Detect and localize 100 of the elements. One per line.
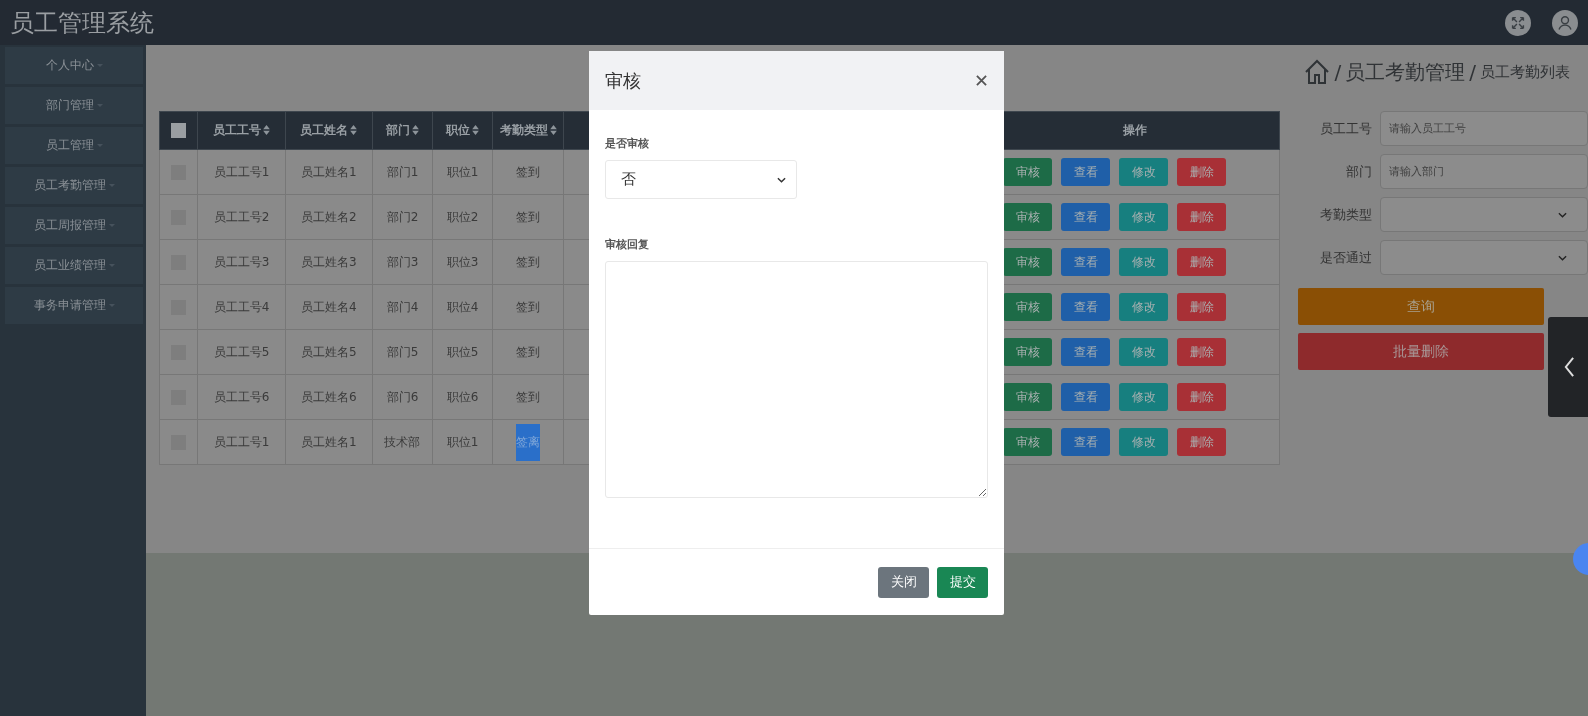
column-header[interactable]: 考勤类型 bbox=[492, 111, 564, 150]
user-icon[interactable] bbox=[1552, 9, 1578, 36]
sidebar-item[interactable]: 个人中心 bbox=[5, 47, 143, 84]
table-cell: 员工工号4 bbox=[213, 299, 270, 314]
table-cell: 员工姓名1 bbox=[301, 434, 357, 449]
table-cell: 员工工号1 bbox=[213, 164, 270, 179]
table-cell: 签到 bbox=[516, 209, 540, 224]
action-button[interactable]: 删除 bbox=[1177, 338, 1227, 366]
action-button[interactable]: 审核 bbox=[1003, 383, 1053, 411]
chevron-icon bbox=[777, 176, 786, 183]
selected-text: 签离 bbox=[516, 423, 540, 461]
field-label: 考勤类型 bbox=[1319, 205, 1372, 224]
table-cell: 部门4 bbox=[386, 299, 419, 314]
select-field[interactable]: 否 bbox=[605, 160, 797, 199]
sidebar-item[interactable]: 事务申请管理 bbox=[5, 287, 143, 324]
table-cell: 签到 bbox=[516, 299, 540, 314]
action-button[interactable]: 查看 bbox=[1061, 248, 1111, 276]
action-button[interactable]: 查看 bbox=[1061, 383, 1111, 411]
column-header[interactable]: 部门 bbox=[372, 111, 433, 150]
search-field[interactable]: 请输入部门 bbox=[1380, 154, 1588, 189]
action-button[interactable]: 修改 bbox=[1119, 428, 1169, 456]
table-cell: 职位1 bbox=[446, 434, 479, 449]
search-button[interactable]: 查询 bbox=[1298, 288, 1544, 325]
field-label: 是否审核 bbox=[605, 136, 650, 151]
table-cell: 员工工号3 bbox=[213, 254, 270, 269]
action-button[interactable]: 查看 bbox=[1061, 203, 1111, 231]
table-cell: 员工工号6 bbox=[213, 389, 270, 404]
action-button[interactable]: 查看 bbox=[1061, 158, 1111, 186]
action-button[interactable]: 修改 bbox=[1119, 158, 1169, 186]
search-field[interactable]: 请输入员工工号 bbox=[1380, 111, 1588, 146]
table-cell: 员工工号2 bbox=[213, 209, 270, 224]
submit-button[interactable]: 提交 bbox=[937, 566, 988, 598]
action-button[interactable]: 查看 bbox=[1061, 428, 1111, 456]
action-button[interactable]: 删除 bbox=[1177, 428, 1227, 456]
action-button[interactable]: 审核 bbox=[1003, 428, 1053, 456]
action-button[interactable]: 查看 bbox=[1061, 338, 1111, 366]
action-button[interactable]: 修改 bbox=[1119, 338, 1169, 366]
chevron-left-icon bbox=[1563, 357, 1575, 377]
batch-delete-button[interactable]: 批量删除 bbox=[1298, 333, 1544, 370]
close-button[interactable]: 关闭 bbox=[878, 566, 929, 598]
side-drawer-tab[interactable] bbox=[1548, 317, 1588, 417]
table-cell: 部门5 bbox=[386, 344, 419, 359]
action-button[interactable]: 审核 bbox=[1003, 293, 1053, 321]
table-cell: 员工姓名5 bbox=[301, 344, 357, 359]
breadcrumb-item: 员工考勤列表 bbox=[1480, 62, 1570, 82]
action-button[interactable]: 查看 bbox=[1061, 293, 1111, 321]
select-field[interactable] bbox=[1380, 240, 1588, 275]
sidebar-item[interactable]: 员工业绩管理 bbox=[5, 247, 143, 284]
action-button[interactable]: 审核 bbox=[1003, 338, 1053, 366]
field-label: 是否通过 bbox=[1319, 248, 1372, 267]
app-title: 员工管理系统 bbox=[10, 7, 154, 39]
table-cell: 部门1 bbox=[386, 164, 419, 179]
action-button[interactable]: 删除 bbox=[1177, 158, 1227, 186]
fullscreen-icon[interactable] bbox=[1505, 9, 1531, 36]
table-cell: 职位1 bbox=[446, 164, 479, 179]
table-cell: 技术部 bbox=[384, 434, 421, 449]
sidebar-item[interactable]: 员工周报管理 bbox=[5, 207, 143, 244]
column-header[interactable]: 员工姓名 bbox=[285, 111, 373, 150]
table-cell: 员工工号5 bbox=[213, 344, 270, 359]
table-cell: 部门2 bbox=[386, 209, 419, 224]
table-cell: 员工姓名6 bbox=[301, 389, 357, 404]
sidebar-item[interactable]: 员工考勤管理 bbox=[5, 167, 143, 204]
action-button[interactable]: 删除 bbox=[1177, 203, 1227, 231]
action-button[interactable]: 审核 bbox=[1003, 248, 1053, 276]
action-button[interactable]: 审核 bbox=[1003, 158, 1053, 186]
action-button[interactable]: 删除 bbox=[1177, 248, 1227, 276]
action-button[interactable]: 审核 bbox=[1003, 203, 1053, 231]
action-button[interactable]: 修改 bbox=[1119, 203, 1169, 231]
sidebar-item[interactable]: 员工管理 bbox=[5, 127, 143, 164]
table-cell: 签到 bbox=[516, 344, 540, 359]
table-cell: 签到 bbox=[516, 164, 540, 179]
chevron-icon bbox=[1558, 254, 1567, 261]
reply-textarea[interactable] bbox=[605, 261, 988, 498]
column-header[interactable]: 员工工号 bbox=[197, 111, 286, 150]
table-cell: 员工姓名1 bbox=[301, 164, 357, 179]
field-label: 员工工号 bbox=[1319, 119, 1372, 138]
sidebar-item[interactable]: 部门管理 bbox=[5, 87, 143, 124]
breadcrumb-separator: / bbox=[1469, 60, 1476, 84]
action-button[interactable]: 删除 bbox=[1177, 293, 1227, 321]
table-cell: 员工工号1 bbox=[213, 434, 270, 449]
action-button[interactable]: 修改 bbox=[1119, 293, 1169, 321]
action-button[interactable]: 修改 bbox=[1119, 383, 1169, 411]
table-cell: 职位4 bbox=[446, 299, 479, 314]
breadcrumb-item[interactable]: 员工考勤管理 bbox=[1345, 58, 1466, 86]
table-cell: 部门6 bbox=[386, 389, 419, 404]
table-cell: 职位5 bbox=[446, 344, 479, 359]
table-cell: 职位6 bbox=[446, 389, 479, 404]
table-cell: 签到 bbox=[516, 389, 540, 404]
field-label: 部门 bbox=[1345, 162, 1372, 181]
select-field[interactable] bbox=[1380, 197, 1588, 232]
dialog-title: 审核 bbox=[605, 68, 641, 93]
field-label: 审核回复 bbox=[605, 237, 650, 252]
table-cell: 职位3 bbox=[446, 254, 479, 269]
column-header[interactable]: 职位 bbox=[432, 111, 493, 150]
action-button[interactable]: 删除 bbox=[1177, 383, 1227, 411]
close-icon[interactable] bbox=[976, 75, 987, 86]
table-cell: 签到 bbox=[516, 254, 540, 269]
chevron-icon bbox=[1558, 211, 1567, 218]
select-all-checkbox[interactable] bbox=[171, 123, 187, 138]
action-button[interactable]: 修改 bbox=[1119, 248, 1169, 276]
